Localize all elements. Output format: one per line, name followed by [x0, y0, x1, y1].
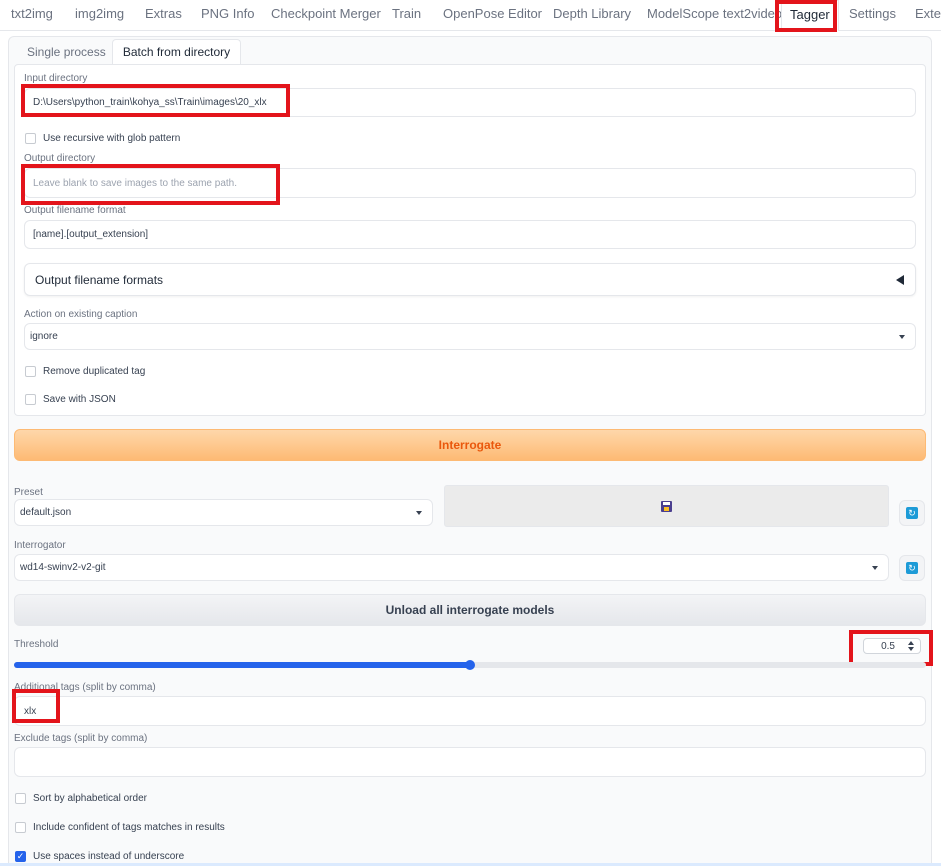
threshold-value: 0.5 — [881, 641, 895, 652]
exclude-tags-label: Exclude tags (split by comma) — [14, 733, 148, 744]
tab-batch-from-directory[interactable]: Batch from directory — [112, 39, 241, 64]
interrogator-refresh-button[interactable]: ↻ — [899, 555, 925, 581]
preset-value: default.json — [20, 507, 72, 518]
save-json-option[interactable]: Save with JSON — [25, 394, 116, 405]
include-confident-checkbox[interactable] — [15, 822, 26, 833]
threshold-slider[interactable] — [14, 660, 926, 670]
recursive-checkbox[interactable] — [25, 133, 36, 144]
preset-save-button[interactable] — [444, 485, 889, 527]
tab-extensions[interactable]: Exter — [915, 0, 941, 30]
use-spaces-label: Use spaces instead of underscore — [33, 851, 185, 862]
unload-label: Unload all interrogate models — [385, 603, 555, 617]
refresh-icon: ↻ — [906, 507, 918, 519]
action-label: Action on existing caption — [24, 309, 138, 320]
remove-duplicated-option[interactable]: Remove duplicated tag — [25, 366, 145, 377]
slider-thumb[interactable] — [465, 660, 475, 670]
include-confident-option[interactable]: Include confident of tags matches in res… — [15, 822, 225, 833]
save-json-checkbox[interactable] — [25, 394, 36, 405]
stepper-down-icon — [908, 647, 914, 651]
interrogate-button[interactable]: Interrogate — [14, 429, 926, 461]
refresh-icon: ↻ — [906, 562, 918, 574]
tab-tagger[interactable]: Tagger — [781, 0, 839, 31]
floppy-disk-icon — [661, 501, 672, 512]
save-json-label: Save with JSON — [43, 394, 116, 405]
remove-duplicated-checkbox[interactable] — [25, 366, 36, 377]
chevron-down-icon — [872, 565, 878, 570]
sort-alphabetical-option[interactable]: Sort by alphabetical order — [15, 793, 147, 804]
exclude-tags-field[interactable] — [14, 747, 926, 777]
tab-checkpoint-merger[interactable]: Checkpoint Merger — [271, 0, 381, 30]
use-spaces-option[interactable]: ✓ Use spaces instead of underscore — [15, 851, 184, 862]
chevron-down-icon — [416, 510, 422, 515]
input-directory-field[interactable]: D:\Users\python_train\kohya_ss\Train\ima… — [24, 88, 916, 117]
additional-tags-field[interactable]: xlx — [14, 696, 926, 726]
action-value: ignore — [30, 331, 58, 342]
triangle-left-icon — [896, 275, 904, 285]
preset-select[interactable]: default.json — [14, 499, 433, 526]
filename-format-field[interactable]: [name].[output_extension] — [24, 220, 916, 249]
output-directory-field[interactable]: Leave blank to save images to the same p… — [24, 168, 916, 198]
output-directory-label: Output directory — [24, 153, 96, 164]
include-confident-label: Include confident of tags matches in res… — [33, 822, 225, 833]
tab-openpose-editor[interactable]: OpenPose Editor — [443, 0, 542, 30]
accordion-title: Output filename formats — [35, 273, 164, 287]
threshold-number-input[interactable]: 0.5 — [863, 638, 921, 654]
interrogator-select[interactable]: wd14-swinv2-v2-git — [14, 554, 889, 581]
tab-modelscope-text2video[interactable]: ModelScope text2video — [647, 0, 782, 30]
preset-refresh-button[interactable]: ↻ — [899, 500, 925, 526]
remove-duplicated-label: Remove duplicated tag — [43, 366, 146, 377]
tab-png-info[interactable]: PNG Info — [201, 0, 254, 30]
tab-single-process[interactable]: Single process — [27, 45, 106, 59]
action-select[interactable]: ignore — [24, 323, 916, 350]
tab-settings[interactable]: Settings — [849, 0, 896, 30]
use-spaces-checkbox[interactable]: ✓ — [15, 851, 26, 862]
tab-depth-library[interactable]: Depth Library — [553, 0, 631, 30]
sort-alphabetical-label: Sort by alphabetical order — [33, 793, 147, 804]
input-directory-label: Input directory — [24, 73, 88, 84]
filename-format-label: Output filename format — [24, 205, 126, 216]
sort-alphabetical-checkbox[interactable] — [15, 793, 26, 804]
stepper-up-icon — [908, 641, 914, 645]
threshold-label: Threshold — [14, 639, 59, 650]
interrogator-value: wd14-swinv2-v2-git — [20, 562, 106, 573]
interrogate-label: Interrogate — [438, 438, 502, 452]
tab-txt2img[interactable]: txt2img — [11, 0, 53, 30]
slider-fill — [14, 662, 470, 668]
tab-extras[interactable]: Extras — [145, 0, 182, 30]
additional-tags-label: Additional tags (split by comma) — [14, 682, 156, 693]
recursive-label: Use recursive with glob pattern — [43, 133, 181, 144]
chevron-down-icon — [899, 334, 905, 339]
preset-label: Preset — [14, 487, 43, 498]
interrogator-label: Interrogator — [14, 540, 66, 551]
recursive-option[interactable]: Use recursive with glob pattern — [25, 133, 180, 144]
tab-batch-label: Batch from directory — [122, 45, 231, 59]
unload-models-button[interactable]: Unload all interrogate models — [14, 594, 926, 626]
filename-formats-accordion[interactable]: Output filename formats — [24, 263, 916, 296]
tab-train[interactable]: Train — [392, 0, 421, 30]
tab-img2img[interactable]: img2img — [75, 0, 124, 30]
